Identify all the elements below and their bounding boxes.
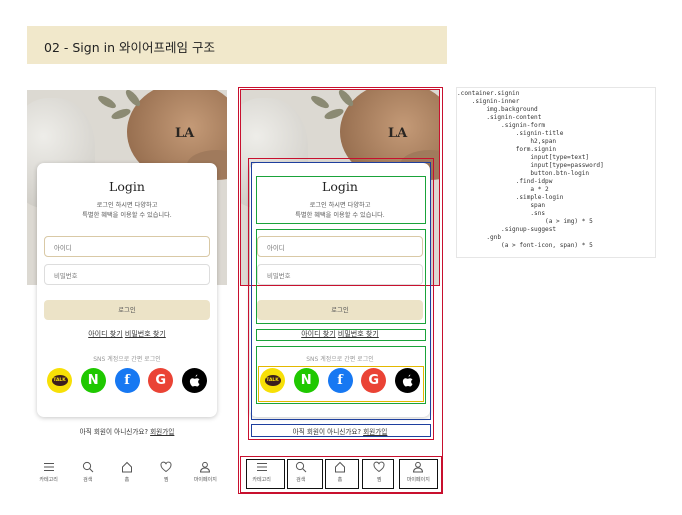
- code-line: button.btn-login: [457, 170, 590, 177]
- sns-list: TALK N f G: [47, 368, 207, 396]
- signin-card: Login 로그인 하시면 다양하고 특별한 혜택을 이용할 수 있습니다. 아…: [250, 163, 430, 417]
- signin-screen-annotated: LA Login 로그인 하시면 다양하고 특별한 혜택을 이용할 수 있습니다…: [240, 90, 440, 494]
- section-header: 02 - Sign in 와이어프레임 구조: [27, 26, 447, 64]
- find-idpw: 아이디 찾기 비밀번호 찾기: [250, 329, 430, 339]
- signup-link[interactable]: 회원가입: [363, 428, 387, 436]
- code-line: .simple-login: [457, 194, 564, 201]
- google-icon[interactable]: G: [148, 368, 174, 393]
- id-input[interactable]: 아이디: [44, 236, 210, 257]
- code-line: h2,span: [457, 138, 557, 145]
- signup-suggest: 아직 회원이 아니신가요? 회원가입: [240, 426, 440, 436]
- code-line: input[type=text]: [457, 154, 590, 161]
- apple-icon[interactable]: [395, 368, 420, 393]
- heart-icon: [160, 461, 172, 473]
- nav-item-category[interactable]: 카테고리: [245, 454, 279, 494]
- password-input[interactable]: 비밀번호: [44, 264, 210, 285]
- code-line: img.background: [457, 106, 538, 113]
- code-line: .gnb: [457, 234, 502, 241]
- code-line: .container.signin: [457, 90, 520, 97]
- kakao-talk-icon[interactable]: TALK: [47, 368, 72, 393]
- code-line: .signin-inner: [457, 98, 520, 105]
- home-icon: [121, 461, 132, 473]
- search-icon: [82, 461, 94, 473]
- sns-list: TALK N f G: [260, 368, 420, 396]
- signin-card: Login 로그인 하시면 다양하고 특별한 혜택을 이용할 수 있습니다. 아…: [37, 163, 217, 417]
- facebook-icon[interactable]: f: [114, 368, 140, 393]
- menu-icon: [256, 463, 267, 471]
- signin-title: Login: [109, 179, 145, 194]
- code-line: .sns: [457, 210, 546, 217]
- signup-link[interactable]: 회원가입: [150, 428, 174, 436]
- user-icon: [413, 461, 424, 473]
- find-pw-link[interactable]: 비밀번호 찾기: [125, 330, 166, 338]
- nav-item-mypage[interactable]: 마이페이지: [188, 454, 222, 494]
- code-line: span: [457, 202, 546, 209]
- nav-item-wish[interactable]: 찜: [362, 454, 396, 494]
- signin-description: 로그인 하시면 다양하고 특별한 혜택을 이용할 수 있습니다.: [295, 202, 385, 219]
- signup-text: 아직 회원이 아니신가요?: [79, 428, 148, 436]
- bottom-nav: 카테고리 검색 홈 찜 마이페이지: [27, 454, 227, 494]
- home-icon: [334, 461, 345, 473]
- simple-login-title: SNS 계정으로 간편 로그인: [306, 356, 374, 363]
- find-pw-link[interactable]: 비밀번호 찾기: [338, 330, 379, 338]
- facebook-icon[interactable]: f: [327, 368, 353, 393]
- apple-icon[interactable]: [182, 368, 207, 393]
- signin-title: Login: [322, 179, 358, 194]
- code-line: .signin-form: [457, 122, 546, 129]
- find-id-link[interactable]: 아이디 찾기: [88, 330, 122, 338]
- signin-screen: LA Login 로그인 하시면 다양하고 특별한 혜택을 이용할 수 있습니다…: [27, 90, 227, 494]
- find-idpw: 아이디 찾기 비밀번호 찾기: [37, 329, 217, 339]
- naver-icon[interactable]: N: [80, 368, 106, 393]
- menu-icon: [43, 463, 54, 471]
- code-line: .signin-content: [457, 114, 542, 121]
- login-button[interactable]: 로그인: [44, 300, 210, 320]
- code-line: .signup-suggest: [457, 226, 557, 233]
- signin-description: 로그인 하시면 다양하고 특별한 혜택을 이용할 수 있습니다.: [82, 202, 172, 219]
- signup-text: 아직 회원이 아니신가요?: [292, 428, 361, 436]
- nav-item-mypage[interactable]: 마이페이지: [401, 454, 435, 494]
- code-line: form.signin: [457, 146, 557, 153]
- kakao-talk-icon[interactable]: TALK: [260, 368, 285, 393]
- password-input[interactable]: 비밀번호: [257, 264, 423, 285]
- login-button[interactable]: 로그인: [257, 300, 423, 320]
- find-id-link[interactable]: 아이디 찾기: [301, 330, 335, 338]
- code-line: (a > font-icon, span) * 5: [457, 242, 593, 249]
- code-line: a * 2: [457, 186, 549, 193]
- nav-item-wish[interactable]: 찜: [149, 454, 183, 494]
- user-icon: [200, 461, 211, 473]
- simple-login-title: SNS 계정으로 간편 로그인: [93, 356, 161, 363]
- code-line: (a > img) * 5: [457, 218, 593, 225]
- nav-item-search[interactable]: 검색: [71, 454, 105, 494]
- search-icon: [295, 461, 307, 473]
- code-line: .signin-title: [457, 130, 564, 137]
- id-input[interactable]: 아이디: [257, 236, 423, 257]
- naver-icon[interactable]: N: [293, 368, 319, 393]
- signup-suggest: 아직 회원이 아니신가요? 회원가입: [27, 426, 227, 436]
- code-line: input[type=password]: [457, 162, 604, 169]
- google-icon[interactable]: G: [361, 368, 387, 393]
- nav-item-home[interactable]: 홈: [323, 454, 357, 494]
- nav-item-home[interactable]: 홈: [110, 454, 144, 494]
- nav-item-category[interactable]: 카테고리: [32, 454, 66, 494]
- heart-icon: [373, 461, 385, 473]
- code-line: .find-idpw: [457, 178, 553, 185]
- structure-code: .container.signin .signin-inner img.back…: [456, 87, 656, 258]
- bottom-nav: 카테고리 검색 홈 찜 마이페이지: [240, 454, 440, 494]
- nav-item-search[interactable]: 검색: [284, 454, 318, 494]
- section-title: 02 - Sign in 와이어프레임 구조: [44, 40, 215, 55]
